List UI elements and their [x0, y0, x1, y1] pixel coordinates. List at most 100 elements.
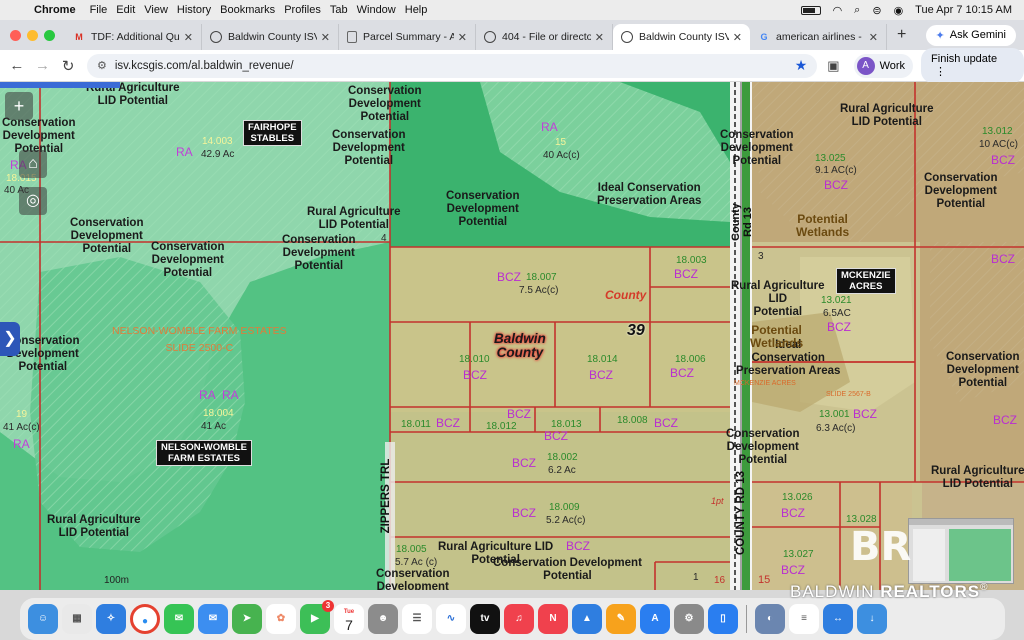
tab-parcel-summary[interactable]: Parcel Summary - As ✕ — [339, 24, 476, 50]
expand-panel-chevron-icon[interactable]: ❯ — [0, 322, 20, 356]
close-tab-icon[interactable]: ✕ — [458, 31, 467, 44]
zoom-in-button[interactable]: + — [5, 92, 33, 120]
app-store-icon[interactable]: A — [640, 604, 670, 634]
system-settings-gear-icon[interactable]: ⚙ — [674, 604, 704, 634]
parcel-id: 18.002 — [547, 452, 578, 463]
minimize-window-icon[interactable] — [27, 29, 38, 41]
forward-arrow-icon[interactable]: → — [30, 57, 56, 74]
landuse-label: Conservation Development Potential — [726, 428, 800, 466]
preview-icon[interactable]: ◐ — [755, 604, 785, 634]
menu-edit[interactable]: Edit — [116, 4, 144, 16]
close-tab-icon[interactable]: ✕ — [869, 31, 878, 44]
address-bar[interactable]: ⚙ isv.kcsgis.com/al.baldwin_revenue/ ★ — [86, 53, 818, 78]
parcel-id: 13.026 — [782, 492, 813, 503]
landuse-label: Rural Agriculture LID Potential — [307, 206, 401, 231]
parcel-id: 13.012 — [982, 126, 1013, 137]
tab-title: Parcel Summary - As — [363, 31, 454, 43]
new-tab-button[interactable]: + — [887, 26, 916, 44]
spotlight-search-icon[interactable]: ⌕ — [854, 4, 860, 17]
parcel-acreage: 40 Ac(c) — [543, 150, 580, 161]
profile-button[interactable]: A Work — [853, 53, 914, 78]
tab-title: TDF: Additional Ques — [91, 31, 180, 43]
subdivision-label: FAIRHOPE STABLES — [243, 120, 302, 146]
tab-google-search[interactable]: G american airlines - G ✕ — [750, 24, 887, 50]
menu-window[interactable]: Window — [357, 4, 405, 16]
freeform-icon[interactable]: ∿ — [436, 604, 466, 634]
subdivision-label: MCKENZIE ACRES — [836, 268, 896, 294]
zoning-code: RA — [176, 145, 193, 159]
profile-name: Work — [879, 59, 906, 72]
reminders-icon[interactable]: ☰ — [402, 604, 432, 634]
close-window-icon[interactable] — [10, 29, 21, 41]
iphone-mirroring-icon[interactable]: ▯ — [708, 604, 738, 634]
finish-update-button[interactable]: Finish update ⋮ — [921, 48, 1024, 83]
home-icon[interactable]: ⌂ — [19, 150, 47, 178]
parcel-map[interactable]: Rural Agriculture LID Potential Conservat… — [0, 82, 1024, 590]
parcel-id: 18.004 — [203, 408, 234, 419]
landuse-label: Ideal Conservation Preservation Areas — [597, 182, 702, 207]
parcel-number-small: 16 — [714, 575, 726, 586]
ask-gemini-button[interactable]: ✦ Ask Gemini — [925, 24, 1016, 46]
parcel-acreage: 5.2 Ac(c) — [546, 515, 586, 526]
news-icon[interactable]: N — [538, 604, 568, 634]
bookmark-star-icon[interactable]: ★ — [795, 57, 808, 74]
menu-tab[interactable]: Tab — [330, 4, 357, 16]
close-tab-icon[interactable]: ✕ — [595, 31, 604, 44]
chrome-icon[interactable]: ● — [130, 604, 160, 634]
parcel-acreage: 10 AC(c) — [979, 139, 1018, 150]
zoning-code: BCZ — [566, 539, 590, 553]
locate-icon[interactable]: ◎ — [19, 187, 47, 215]
menu-bookmarks[interactable]: Bookmarks — [220, 4, 284, 16]
tab-404[interactable]: 404 - File or director ✕ — [476, 24, 613, 50]
menu-profiles[interactable]: Profiles — [284, 4, 330, 16]
close-tab-icon[interactable]: ✕ — [184, 31, 193, 44]
browser-tab-strip: M TDF: Additional Ques ✕ Baldwin County … — [0, 20, 1024, 50]
globe-icon — [621, 31, 633, 43]
parcel-id: 19 — [16, 409, 28, 420]
finder-icon[interactable]: ☺ — [28, 604, 58, 634]
close-tab-icon[interactable]: ✕ — [733, 31, 742, 44]
zoning-code: BCZ — [853, 407, 877, 421]
battery-icon[interactable] — [800, 5, 821, 15]
messages-icon[interactable]: ✉ — [164, 604, 194, 634]
url-text[interactable]: isv.kcsgis.com/al.baldwin_revenue/ — [115, 60, 294, 72]
pages-icon[interactable]: ✎ — [606, 604, 636, 634]
brand-reg: ® — [980, 582, 989, 593]
calendar-icon[interactable]: Tue 7 — [334, 604, 364, 634]
zoning-code: BCZ — [589, 368, 613, 382]
maps-icon[interactable]: ➤ — [232, 604, 262, 634]
subdivision-note: MCKENZIE ACRES — [734, 380, 796, 387]
close-tab-icon[interactable]: ✕ — [321, 31, 330, 44]
globe-icon — [210, 31, 222, 43]
menubar-clock[interactable]: Tue Apr 7 10:15 AM — [915, 4, 1012, 16]
reload-icon[interactable]: ↻ — [55, 57, 81, 75]
apple-tv-icon[interactable]: tv — [470, 604, 500, 634]
menu-file[interactable]: File — [90, 4, 117, 16]
photos-icon[interactable]: ✿ — [266, 604, 296, 634]
siri-icon[interactable]: ◉ — [894, 4, 904, 17]
back-arrow-icon[interactable]: ← — [4, 57, 30, 74]
menu-app-name[interactable]: Chrome — [30, 4, 90, 16]
tab-gmail[interactable]: M TDF: Additional Ques ✕ — [65, 24, 202, 50]
screen-cast-icon[interactable]: ▣ — [827, 58, 839, 74]
wetlands-label: Potential Wetlands — [796, 212, 850, 239]
safari-icon[interactable]: ✧ — [96, 604, 126, 634]
more-options-icon[interactable]: ⋮ — [935, 66, 946, 78]
menu-view[interactable]: View — [144, 4, 177, 16]
wifi-icon[interactable]: ◠ — [833, 4, 843, 17]
music-icon[interactable]: ♫ — [504, 604, 534, 634]
contacts-icon[interactable]: ☻ — [368, 604, 398, 634]
menu-history[interactable]: History — [177, 4, 220, 16]
facetime-icon[interactable]: ▶ 3 — [300, 600, 334, 634]
baldwin-realtors-watermark: BR BALDWIN REALTORS® — [790, 524, 1010, 628]
zoom-window-icon[interactable] — [44, 29, 55, 41]
tab-baldwin-county-1[interactable]: Baldwin County ISV3 ✕ — [202, 24, 339, 50]
site-info-icon[interactable]: ⚙ — [97, 59, 107, 72]
launchpad-icon[interactable]: ▦ — [62, 604, 92, 634]
menu-help[interactable]: Help — [405, 4, 437, 16]
mail-icon[interactable]: ✉ — [198, 604, 228, 634]
parcel-acreage: 41 Ac — [201, 421, 227, 432]
control-center-icon[interactable]: ⊜ — [872, 4, 881, 17]
keynote-icon[interactable]: ▲ — [572, 604, 602, 634]
tab-baldwin-county-active[interactable]: Baldwin County ISV3 ✕ — [613, 24, 750, 50]
